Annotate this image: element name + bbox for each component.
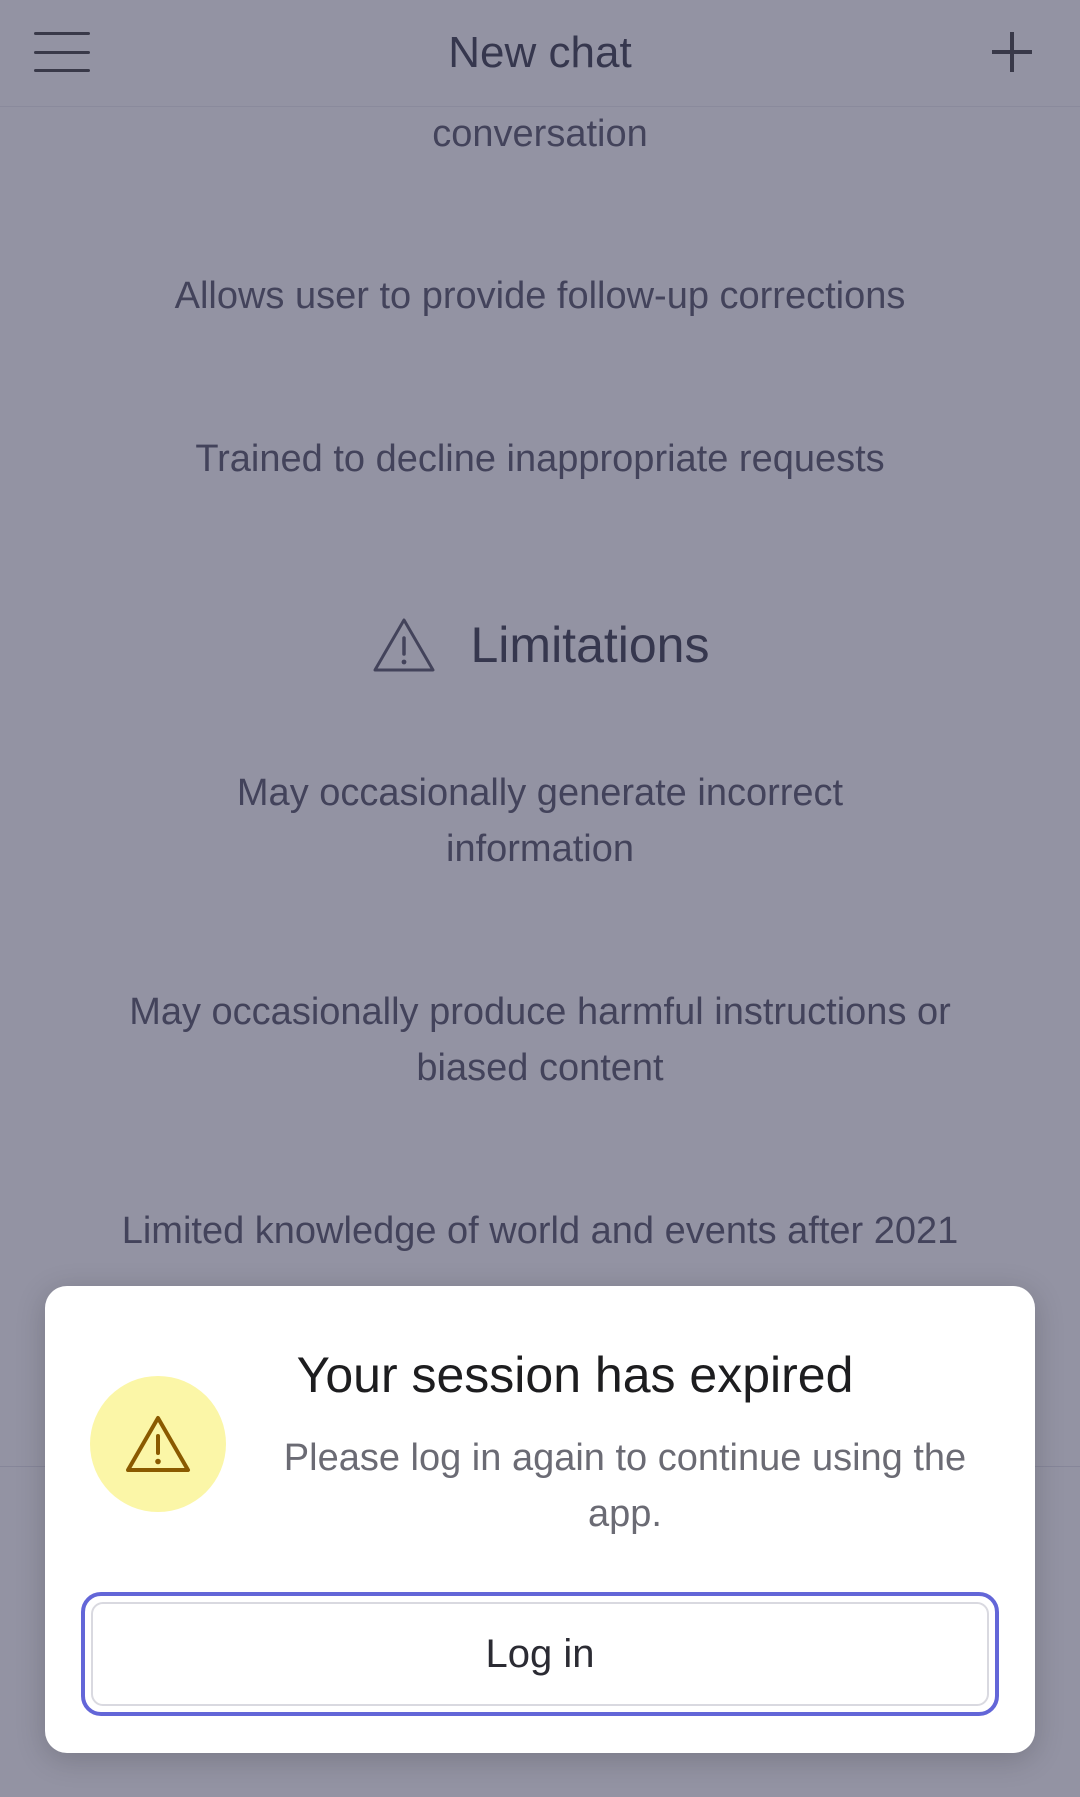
login-button-label: Log in [485, 1631, 595, 1676]
session-expired-dialog: Your session has expired Please log in a… [45, 1286, 1035, 1753]
dialog-message: Please log in again to continue using th… [283, 1437, 967, 1535]
dialog-title: Your session has expired [296, 1347, 854, 1403]
login-button[interactable]: Log in [81, 1592, 999, 1716]
app-screen: New chat conversation Allows user to pro… [0, 0, 1080, 1797]
